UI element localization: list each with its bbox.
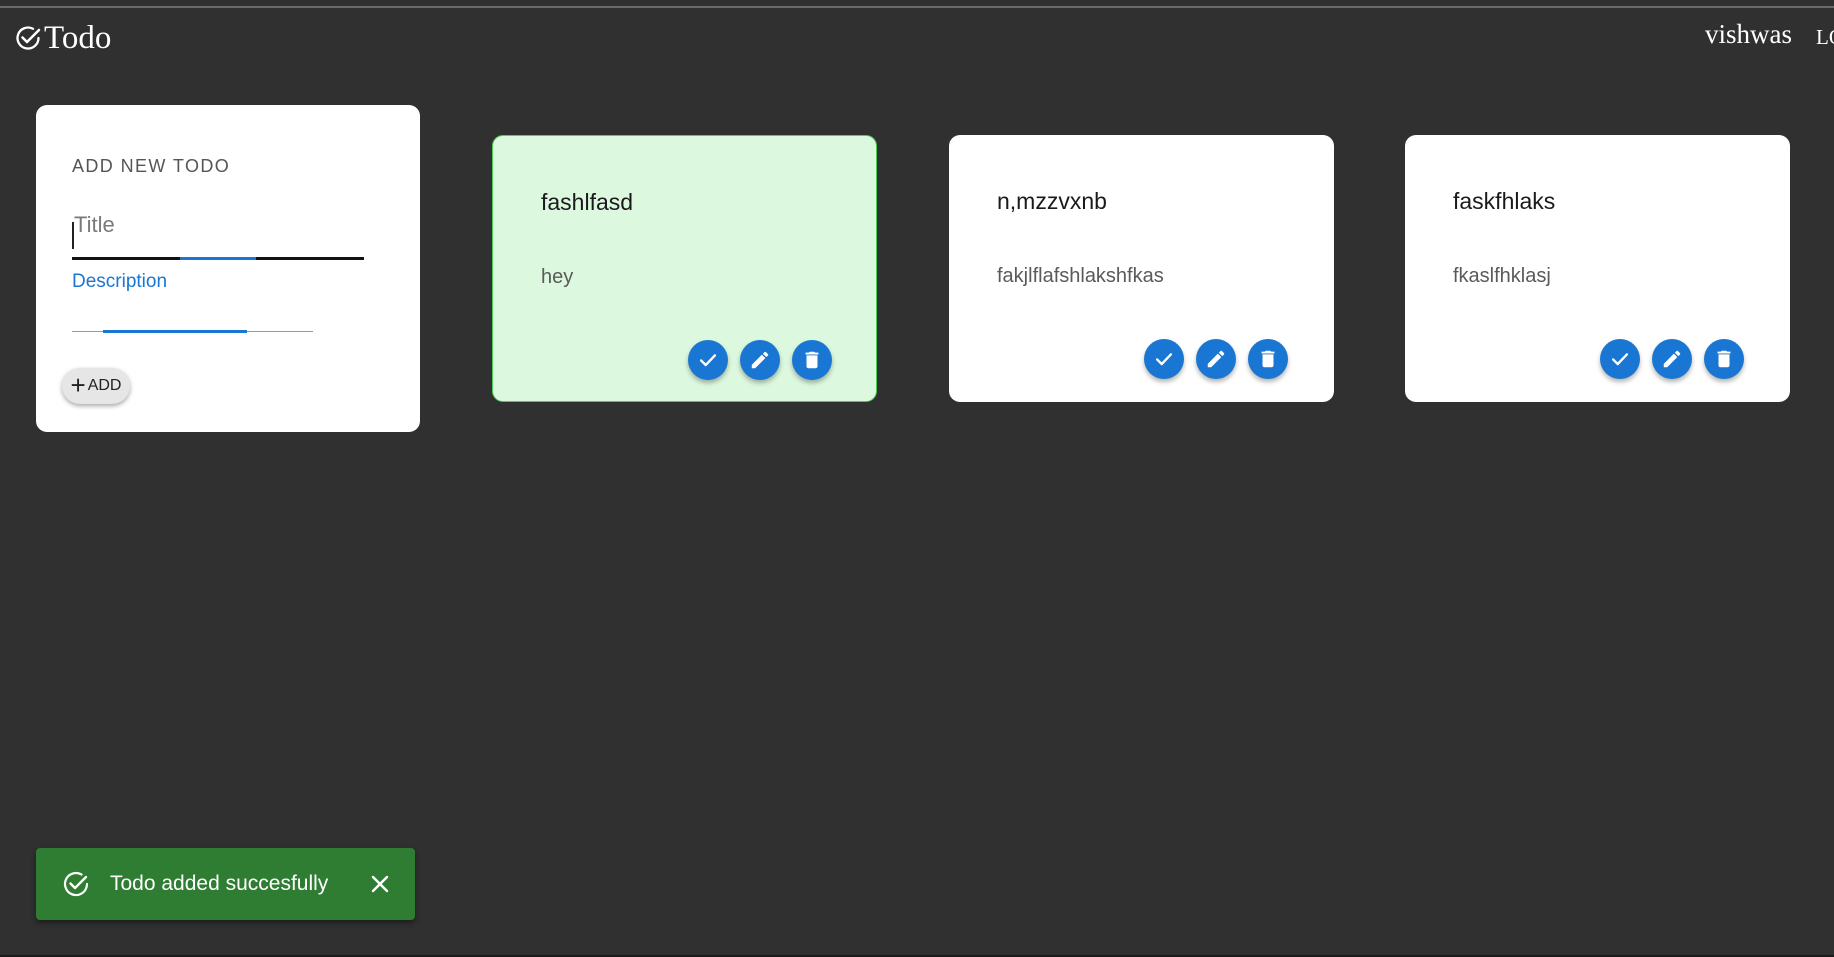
todo-card: faskfhlaks fkaslfhklasj xyxy=(1405,135,1790,402)
description-label: Description xyxy=(72,271,168,292)
edit-button[interactable] xyxy=(1652,339,1692,379)
check-icon xyxy=(1155,353,1173,366)
todo-title: fashlfasd xyxy=(541,189,634,215)
delete-trash-icon xyxy=(1717,350,1731,368)
edit-pencil-icon xyxy=(1663,350,1681,368)
todo-actions xyxy=(688,340,832,380)
delete-button[interactable] xyxy=(1704,339,1744,379)
complete-button[interactable] xyxy=(688,340,728,380)
title-input[interactable] xyxy=(72,205,364,245)
todo-description: fakjlflafshlakshfkas xyxy=(997,265,1164,287)
text-caret xyxy=(72,222,74,249)
todo-description: hey xyxy=(541,266,574,288)
todo-title: n,mzzvxnb xyxy=(997,188,1107,214)
edit-pencil-icon xyxy=(1207,350,1225,368)
app-title: Todo xyxy=(44,20,112,56)
todo-actions xyxy=(1600,339,1744,379)
todo-card: n,mzzvxnb fakjlflafshlakshfkas xyxy=(949,135,1334,402)
complete-button[interactable] xyxy=(1144,339,1184,379)
check-circle-outline-icon xyxy=(61,869,91,899)
edit-button[interactable] xyxy=(740,340,780,380)
top-border xyxy=(0,6,1834,8)
check-circle-icon xyxy=(14,24,42,52)
check-icon xyxy=(1611,353,1629,366)
edit-pencil-icon xyxy=(751,351,769,369)
edit-button[interactable] xyxy=(1196,339,1236,379)
plus-icon: + xyxy=(70,370,86,400)
logout-button[interactable]: LOGOUT xyxy=(1816,25,1834,50)
close-icon xyxy=(371,875,389,893)
todo-card-completed: fashlfasd hey xyxy=(492,135,877,402)
complete-button[interactable] xyxy=(1600,339,1640,379)
delete-button[interactable] xyxy=(792,340,832,380)
todo-title: faskfhlaks xyxy=(1453,188,1556,214)
delete-trash-icon xyxy=(805,351,819,369)
todo-description: fkaslfhklasj xyxy=(1453,265,1551,287)
add-todo-heading: ADD NEW TODO xyxy=(72,156,231,176)
todo-actions xyxy=(1144,339,1288,379)
close-button[interactable] xyxy=(369,873,391,895)
delete-trash-icon xyxy=(1261,350,1275,368)
username-link[interactable]: vishwas xyxy=(1705,19,1792,50)
app-brand[interactable]: Todo xyxy=(14,20,111,56)
add-todo-card: ADD NEW TODO Description + ADD xyxy=(36,105,420,432)
success-snackbar: Todo added succesfully xyxy=(36,848,415,920)
add-button-label: ADD xyxy=(87,377,122,394)
add-button[interactable]: + ADD xyxy=(62,368,130,404)
description-input[interactable] xyxy=(72,295,313,331)
title-underline-accent xyxy=(180,257,256,260)
description-underline-accent xyxy=(103,330,247,333)
delete-button[interactable] xyxy=(1248,339,1288,379)
snackbar-message: Todo added succesfully xyxy=(110,872,329,895)
check-icon xyxy=(699,354,717,367)
